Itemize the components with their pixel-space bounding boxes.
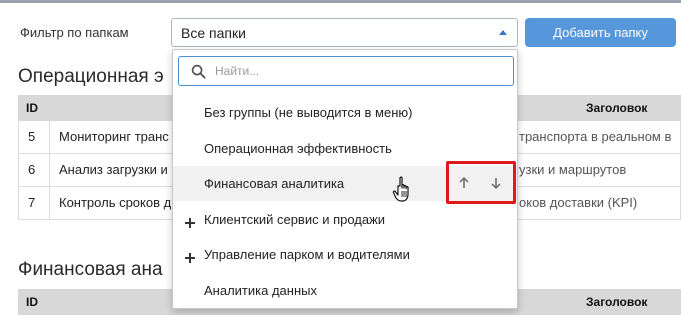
add-folder-button[interactable]: Добавить папку [525, 18, 676, 47]
folder-option-customer-service[interactable]: Клиентский сервис и продажи [173, 202, 517, 237]
row-description: оков доставки (KPI) [514, 187, 681, 219]
folder-option-label: Финансовая аналитика [204, 176, 345, 191]
folder-option-label: Клиентский сервис и продажи [204, 212, 386, 227]
folder-filter-label: Фильтр по папкам [20, 25, 129, 40]
row-id: 7 [19, 187, 50, 219]
folder-option-label: Операционная эффективность [204, 141, 392, 156]
folder-filter-value: Все папки [181, 25, 246, 41]
folder-option-no-group[interactable]: Без группы (не выводится в меню) [173, 95, 517, 130]
folder-option-label: Аналитика данных [204, 283, 317, 298]
row-name[interactable]: Анализ загрузки и [59, 154, 189, 186]
folder-filter-select[interactable]: Все папки [171, 18, 518, 47]
section-title-operational: Операционная э [18, 66, 164, 87]
column-header-title[interactable]: Заголовок [586, 295, 647, 309]
folder-search-box[interactable] [178, 56, 514, 86]
folder-option-fleet[interactable]: Управление парком и водителями [173, 237, 517, 272]
row-description: узки и маршрутов [514, 154, 681, 186]
folder-option-data-analytics[interactable]: Аналитика данных [173, 273, 517, 308]
column-header-id: ID [26, 101, 38, 115]
caret-up-icon [499, 30, 507, 35]
folder-option-label: Управление парком и водителями [204, 247, 410, 262]
row-description: транспорта в реальном в [514, 121, 681, 153]
row-name[interactable]: Контроль сроков д [59, 187, 189, 219]
column-header-title[interactable]: Заголовок [586, 101, 647, 115]
column-header-id: ID [26, 295, 38, 309]
row-name[interactable]: Мониторинг транс [59, 121, 189, 153]
folder-search-input[interactable] [215, 62, 505, 80]
plus-icon[interactable] [185, 218, 195, 228]
section-title-financial: Финансовая ана [18, 259, 163, 280]
folder-option-label: Без группы (не выводится в меню) [204, 105, 413, 120]
row-id: 6 [19, 154, 50, 186]
highlight-annotation [446, 161, 516, 204]
search-icon [191, 64, 206, 79]
top-border [0, 0, 681, 3]
hand-pointer-icon [392, 176, 409, 202]
row-id: 5 [19, 121, 50, 153]
plus-icon[interactable] [185, 253, 195, 263]
